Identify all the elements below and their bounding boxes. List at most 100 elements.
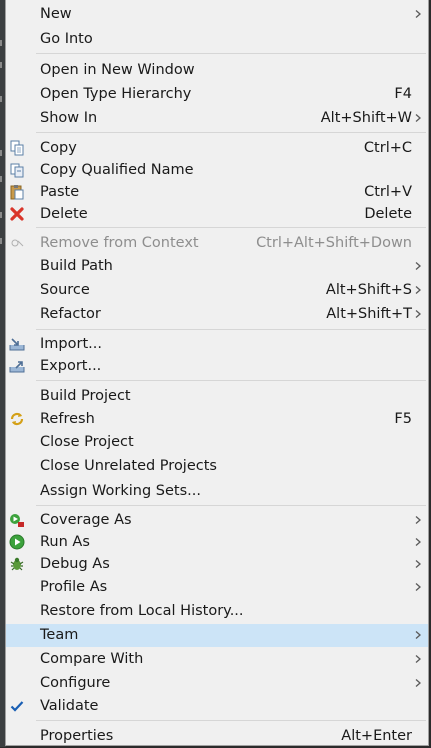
menu-item-source[interactable]: Source Alt+Shift+S bbox=[6, 279, 428, 302]
menu-item-label: Paste bbox=[40, 184, 80, 200]
menu-item-shortcut: Alt+Shift+T bbox=[326, 306, 412, 322]
menu-item-open-type-hierarchy[interactable]: Open Type Hierarchy F4 bbox=[6, 83, 428, 106]
menu-separator bbox=[36, 720, 426, 721]
menu-item-build-project[interactable]: Build Project bbox=[6, 385, 428, 408]
menu-item-label: New bbox=[40, 6, 72, 22]
menu-item-label: Go Into bbox=[40, 31, 93, 47]
menu-item-label: Refresh bbox=[40, 411, 95, 427]
menu-item-label: Coverage As bbox=[40, 512, 132, 528]
menu-item-label: Show In bbox=[40, 110, 98, 126]
menu-item-label: Compare With bbox=[40, 651, 144, 667]
paste-icon bbox=[9, 184, 25, 200]
menu-item-label: Open Type Hierarchy bbox=[40, 86, 192, 102]
chevron-right-icon bbox=[413, 9, 423, 19]
menu-item-label: Validate bbox=[40, 698, 99, 714]
menu-item-shortcut: F5 bbox=[394, 411, 412, 427]
menu-item-label: Refactor bbox=[40, 306, 101, 322]
menu-item-label: Properties bbox=[40, 728, 114, 744]
menu-item-label: Build Path bbox=[40, 258, 113, 274]
menu-item-label: Remove from Context bbox=[40, 235, 199, 251]
menu-item-label: Debug As bbox=[40, 556, 110, 572]
menu-item-shortcut: Delete bbox=[364, 206, 412, 222]
menu-item-properties[interactable]: Properties Alt+Enter bbox=[6, 725, 428, 748]
menu-item-team[interactable]: Team bbox=[6, 624, 428, 647]
menu-item-restore-from-local-history[interactable]: Restore from Local History... bbox=[6, 600, 428, 623]
chevron-right-icon bbox=[413, 261, 423, 271]
delete-icon bbox=[9, 206, 25, 222]
menu-item-assign-working-sets[interactable]: Assign Working Sets... bbox=[6, 480, 428, 503]
menu-item-label: Delete bbox=[40, 206, 88, 222]
debug-icon bbox=[9, 556, 25, 572]
chevron-right-icon bbox=[413, 559, 423, 569]
menu-item-delete[interactable]: Delete Delete bbox=[6, 203, 428, 226]
menu-item-label: Run As bbox=[40, 534, 90, 550]
menu-item-shortcut: Ctrl+Alt+Shift+Down bbox=[256, 235, 412, 251]
menu-item-label: Copy bbox=[40, 140, 77, 156]
menu-separator bbox=[36, 227, 426, 228]
export-icon bbox=[9, 358, 25, 374]
chevron-right-icon bbox=[413, 630, 423, 640]
menu-item-refactor[interactable]: Refactor Alt+Shift+T bbox=[6, 303, 428, 326]
menu-item-shortcut: Alt+Enter bbox=[341, 728, 412, 744]
menu-item-shortcut: Ctrl+V bbox=[364, 184, 412, 200]
menu-item-show-in[interactable]: Show In Alt+Shift+W bbox=[6, 107, 428, 130]
menu-item-shortcut: Alt+Shift+S bbox=[325, 282, 412, 298]
chevron-right-icon bbox=[413, 582, 423, 592]
menu-item-label: Source bbox=[40, 282, 90, 298]
refresh-icon bbox=[9, 411, 25, 427]
menu-separator bbox=[36, 380, 426, 381]
menu-item-shortcut: Ctrl+C bbox=[363, 140, 412, 156]
menu-item-import[interactable]: Import... bbox=[6, 333, 428, 356]
menu-separator bbox=[36, 132, 426, 133]
menu-item-label: Assign Working Sets... bbox=[40, 483, 202, 499]
menu-item-label: Build Project bbox=[40, 388, 131, 404]
menu-item-label: Restore from Local History... bbox=[40, 603, 244, 619]
chevron-right-icon bbox=[413, 309, 423, 319]
run-icon bbox=[9, 534, 25, 550]
menu-separator bbox=[36, 505, 426, 506]
menu-item-label: Open in New Window bbox=[40, 62, 195, 78]
menu-item-validate[interactable]: Validate bbox=[6, 695, 428, 718]
chevron-right-icon bbox=[413, 654, 423, 664]
menu-item-new[interactable]: New bbox=[6, 3, 428, 26]
menu-item-shortcut: Alt+Shift+W bbox=[320, 110, 412, 126]
menu-item-copy-qualified-name[interactable]: Copy Qualified Name bbox=[6, 159, 428, 182]
menu-item-label: Import... bbox=[40, 336, 102, 352]
menu-separator bbox=[36, 329, 426, 330]
menu-item-compare-with[interactable]: Compare With bbox=[6, 648, 428, 671]
chevron-right-icon bbox=[413, 515, 423, 525]
menu-item-label: Close Project bbox=[40, 434, 134, 450]
menu-item-remove-from-context: Remove from Context Ctrl+Alt+Shift+Down bbox=[6, 232, 428, 255]
menu-item-refresh[interactable]: Refresh F5 bbox=[6, 408, 428, 431]
menu-item-label: Export... bbox=[40, 358, 102, 374]
menu-item-debug-as[interactable]: Debug As bbox=[6, 553, 428, 576]
menu-item-copy[interactable]: Copy Ctrl+C bbox=[6, 137, 428, 160]
chevron-right-icon bbox=[413, 285, 423, 295]
menu-item-paste[interactable]: Paste Ctrl+V bbox=[6, 181, 428, 204]
import-icon bbox=[9, 336, 25, 352]
menu-item-profile-as[interactable]: Profile As bbox=[6, 576, 428, 599]
menu-item-coverage-as[interactable]: Coverage As bbox=[6, 509, 428, 532]
menu-item-label: Copy Qualified Name bbox=[40, 162, 194, 178]
menu-item-go-into[interactable]: Go Into bbox=[6, 28, 428, 51]
copy-qualified-name-icon bbox=[9, 162, 25, 178]
menu-item-close-project[interactable]: Close Project bbox=[6, 431, 428, 454]
menu-item-build-path[interactable]: Build Path bbox=[6, 255, 428, 278]
menu-item-open-in-new-window[interactable]: Open in New Window bbox=[6, 59, 428, 82]
menu-item-shortcut: F4 bbox=[394, 86, 412, 102]
menu-item-close-unrelated-projects[interactable]: Close Unrelated Projects bbox=[6, 455, 428, 478]
chevron-right-icon bbox=[413, 678, 423, 688]
validate-check-icon bbox=[9, 698, 25, 714]
menu-item-label: Team bbox=[40, 627, 79, 643]
chevron-right-icon bbox=[413, 537, 423, 547]
coverage-icon bbox=[9, 512, 25, 528]
menu-item-run-as[interactable]: Run As bbox=[6, 531, 428, 554]
menu-separator bbox=[36, 53, 426, 54]
remove-from-context-icon bbox=[9, 235, 25, 251]
menu-item-export[interactable]: Export... bbox=[6, 355, 428, 378]
menu-item-label: Close Unrelated Projects bbox=[40, 458, 217, 474]
chevron-right-icon bbox=[413, 113, 423, 123]
menu-item-configure[interactable]: Configure bbox=[6, 672, 428, 695]
copy-icon bbox=[9, 140, 25, 156]
context-menu: New Go Into Open in New Window Open Type Hi… bbox=[5, 0, 429, 746]
